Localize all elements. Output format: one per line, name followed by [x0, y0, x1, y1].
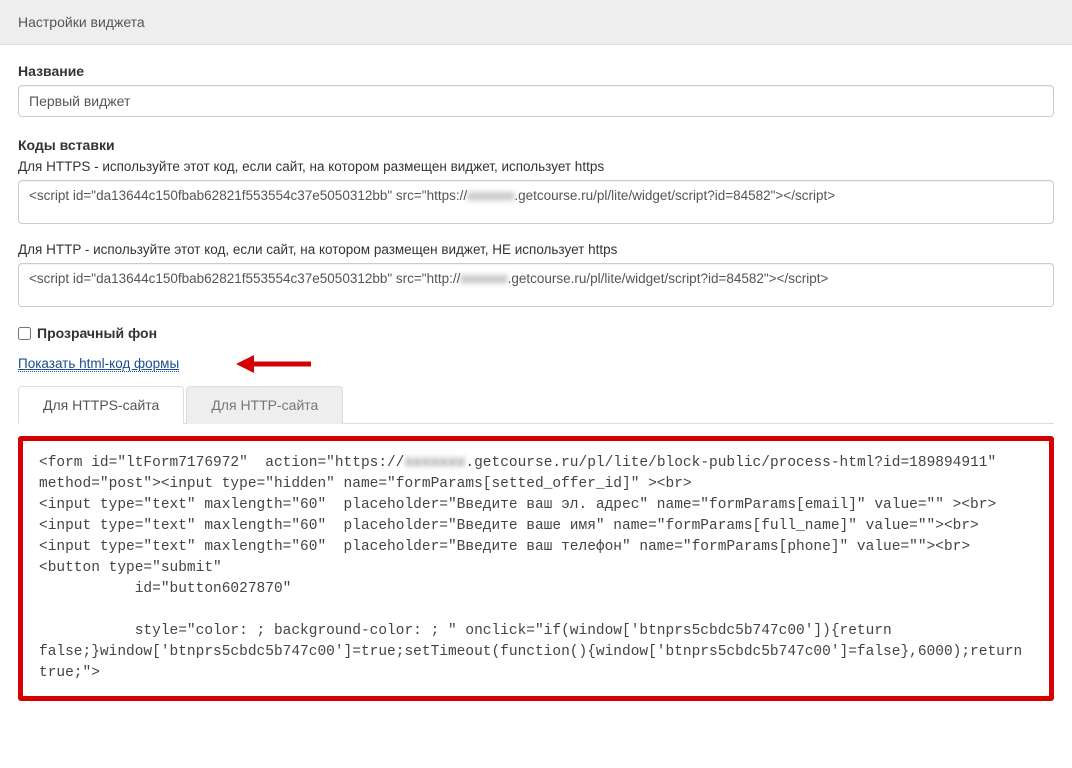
https-code-description: Для HTTPS - используйте этот код, если с…: [18, 159, 1054, 174]
tab-http[interactable]: Для HTTP-сайта: [186, 386, 343, 424]
transparent-bg-label: Прозрачный фон: [37, 325, 157, 341]
http-code-description: Для HTTP - используйте этот код, если са…: [18, 242, 1054, 257]
header-title: Настройки виджета: [18, 14, 145, 30]
name-label: Название: [18, 63, 1054, 79]
embed-codes-label: Коды вставки: [18, 137, 1054, 153]
transparent-bg-checkbox[interactable]: [18, 327, 31, 340]
widget-name-input[interactable]: [18, 85, 1054, 117]
widget-settings-header: Настройки виджета: [0, 0, 1072, 45]
arrow-annotation-icon: [236, 349, 316, 379]
code-tabs: Для HTTPS-сайта Для HTTP-сайта: [18, 386, 1054, 424]
form-html-code-content[interactable]: <form id="ltForm7176972" action="https:/…: [39, 453, 1033, 684]
http-code-textarea[interactable]: <script id="da13644c150fbab62821f553554c…: [18, 263, 1054, 307]
show-html-code-link[interactable]: Показать html-код формы: [18, 356, 179, 372]
https-code-textarea[interactable]: <script id="da13644c150fbab62821f553554c…: [18, 180, 1054, 224]
form-html-code-box: <form id="ltForm7176972" action="https:/…: [18, 436, 1054, 701]
tab-https[interactable]: Для HTTPS-сайта: [18, 386, 184, 424]
